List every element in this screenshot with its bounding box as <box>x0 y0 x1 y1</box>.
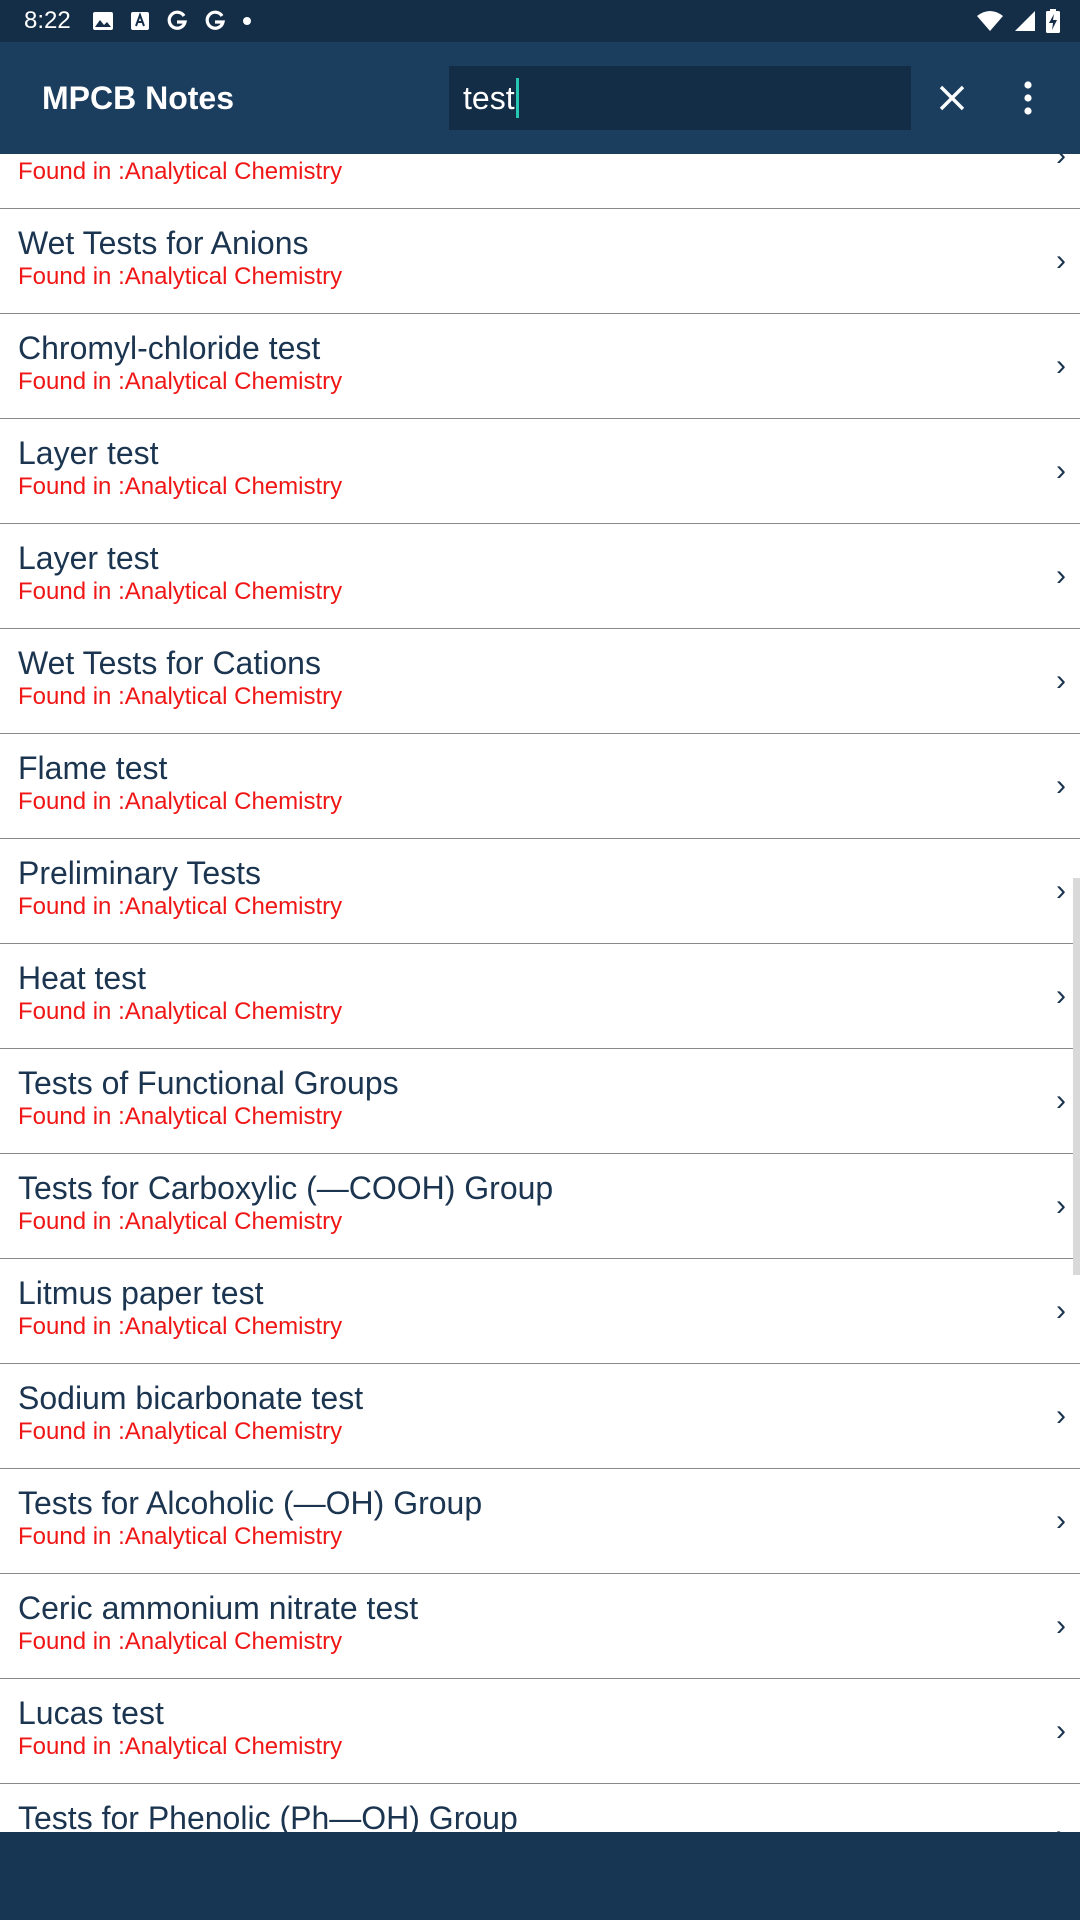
result-row[interactable]: Tests for Alcoholic (—OH) Group Found in … <box>0 1469 1080 1574</box>
signal-icon <box>1015 11 1035 31</box>
result-row[interactable]: Lucas test Found in :Analytical Chemistry… <box>0 1679 1080 1784</box>
result-row[interactable]: Preliminary Tests Found in :Analytical Ch… <box>0 839 1080 944</box>
result-title: Heat test <box>18 960 147 996</box>
chevron-right-icon: › <box>1056 1189 1066 1222</box>
result-found-in: Found in :Analytical Chemistry <box>18 788 343 815</box>
result-row[interactable]: Sodium bicarbonate test Found in :Analyti… <box>0 1364 1080 1469</box>
result-row[interactable]: Heat test Found in :Analytical Chemistry › <box>0 944 1080 1049</box>
chevron-right-icon: › <box>1056 1818 1066 1832</box>
result-found-in: Found in :Analytical Chemistry <box>18 1103 343 1130</box>
system-icons <box>976 9 1060 33</box>
chevron-right-icon: › <box>1056 1084 1066 1117</box>
result-found-in: Found in :Analytical Chemistry <box>18 473 343 500</box>
result-found-in: Found in :Analytical Chemistry <box>18 683 343 710</box>
result-title: Ceric ammonium nitrate test <box>18 1590 419 1626</box>
result-found-in: Found in :Analytical Chemistry <box>18 1733 343 1760</box>
status-bar: 8:22 <box>0 0 1080 42</box>
result-title: Tests for Phenolic (Ph—OH) Group <box>18 1800 518 1832</box>
chevron-right-icon: › <box>1056 1504 1066 1537</box>
result-title: Tests of Functional Groups <box>18 1065 399 1101</box>
google-g-icon <box>167 10 188 30</box>
chevron-right-icon: › <box>1056 1609 1066 1642</box>
result-found-in: Found in :Analytical Chemistry <box>18 893 343 920</box>
chevron-right-icon: › <box>1056 154 1066 172</box>
text-a-icon <box>131 12 149 30</box>
overflow-menu-icon <box>1024 81 1032 115</box>
chevron-right-icon: › <box>1056 769 1066 802</box>
chevron-right-icon: › <box>1056 454 1066 487</box>
result-row[interactable]: Tests for Phenolic (Ph—OH) GroupFound in… <box>0 1784 1080 1832</box>
result-row[interactable]: Ceric ammonium nitrate test Found in :Ana… <box>0 1574 1080 1679</box>
notification-icons <box>92 10 252 32</box>
result-row[interactable]: Litmus paper test Found in :Analytical Ch… <box>0 1259 1080 1364</box>
chevron-right-icon: › <box>1056 1294 1066 1327</box>
result-found-in: Found in :Analytical Chemistry <box>18 263 343 290</box>
result-title: Layer test <box>18 540 159 576</box>
chevron-right-icon: › <box>1056 1399 1066 1432</box>
result-found-in: Found in :Analytical Chemistry <box>18 1208 343 1235</box>
battery-charging-icon <box>1046 9 1060 33</box>
chevron-right-icon: › <box>1056 559 1066 592</box>
results-scroll-content: Found in :Analytical Chemistry › Wet Tests… <box>0 154 1080 1832</box>
result-title: Tests for Carboxylic (—COOH) Group <box>18 1170 554 1206</box>
result-found-in: Found in :Analytical Chemistry <box>18 1628 343 1655</box>
chevron-right-icon: › <box>1056 664 1066 697</box>
result-row[interactable]: Found in :Analytical Chemistry › <box>0 154 1080 209</box>
wifi-icon <box>977 11 1003 31</box>
result-row[interactable]: Layer test Found in :Analytical Chemistry… <box>0 524 1080 629</box>
system-navigation-bar <box>0 1832 1080 1920</box>
close-icon <box>939 85 965 111</box>
dot-icon <box>243 17 251 25</box>
google-g-icon <box>205 10 226 30</box>
result-row[interactable]: Layer test Found in :Analytical Chemistry… <box>0 419 1080 524</box>
text-caret <box>515 78 519 118</box>
search-input[interactable]: test <box>449 66 911 130</box>
scrollbar-thumb[interactable] <box>1073 878 1080 1275</box>
chevron-right-icon: › <box>1056 244 1066 277</box>
chevron-right-icon: › <box>1056 874 1066 907</box>
chevron-right-icon: › <box>1056 979 1066 1012</box>
result-title: Flame test <box>18 750 168 786</box>
status-time: 8:22 <box>24 7 71 34</box>
chevron-right-icon: › <box>1056 349 1066 382</box>
result-found-in: Found in :Analytical Chemistry <box>18 368 343 395</box>
result-row[interactable]: Wet Tests for Cations Found in :Analytica… <box>0 629 1080 734</box>
result-row[interactable]: Tests for Carboxylic (—COOH) Group Found … <box>0 1154 1080 1259</box>
image-icon <box>93 12 113 30</box>
clear-search-button[interactable] <box>920 66 984 130</box>
chevron-right-icon: › <box>1056 1714 1066 1747</box>
app-bar: MPCB Notes test <box>0 42 1080 154</box>
result-title: Layer test <box>18 435 159 471</box>
result-row[interactable]: Flame test Found in :Analytical Chemistry… <box>0 734 1080 839</box>
result-found-in: Found in :Analytical Chemistry <box>18 1418 343 1445</box>
result-title: Lucas test <box>18 1695 164 1731</box>
result-title: Tests for Alcoholic (—OH) Group <box>18 1485 483 1521</box>
result-title: Preliminary Tests <box>18 855 262 891</box>
result-title: Litmus paper test <box>18 1275 264 1311</box>
result-title: Wet Tests for Anions <box>18 225 309 261</box>
app-title: MPCB Notes <box>42 80 235 116</box>
result-found-in: Found in :Analytical Chemistry <box>18 1313 343 1340</box>
result-found-in: Found in :Analytical Chemistry <box>18 1523 343 1550</box>
search-value[interactable]: test <box>463 80 515 117</box>
result-found-in: Found in :Analytical Chemistry <box>18 578 343 605</box>
result-title: Sodium bicarbonate test <box>18 1380 364 1416</box>
overflow-menu-button[interactable] <box>1000 66 1056 130</box>
result-row[interactable]: Chromyl-chloride test Found in :Analytica… <box>0 314 1080 419</box>
result-row[interactable]: Tests of Functional Groups Found in :Anal… <box>0 1049 1080 1154</box>
search-results-list[interactable]: Found in :Analytical Chemistry › Wet Tests… <box>0 154 1080 1832</box>
result-title: Chromyl-chloride test <box>18 330 321 366</box>
result-found-in: Found in :Analytical Chemistry <box>18 158 343 185</box>
result-title: Wet Tests for Cations <box>18 645 321 681</box>
result-row[interactable]: Wet Tests for Anions Found in :Analytical… <box>0 209 1080 314</box>
result-found-in: Found in :Analytical Chemistry <box>18 998 343 1025</box>
